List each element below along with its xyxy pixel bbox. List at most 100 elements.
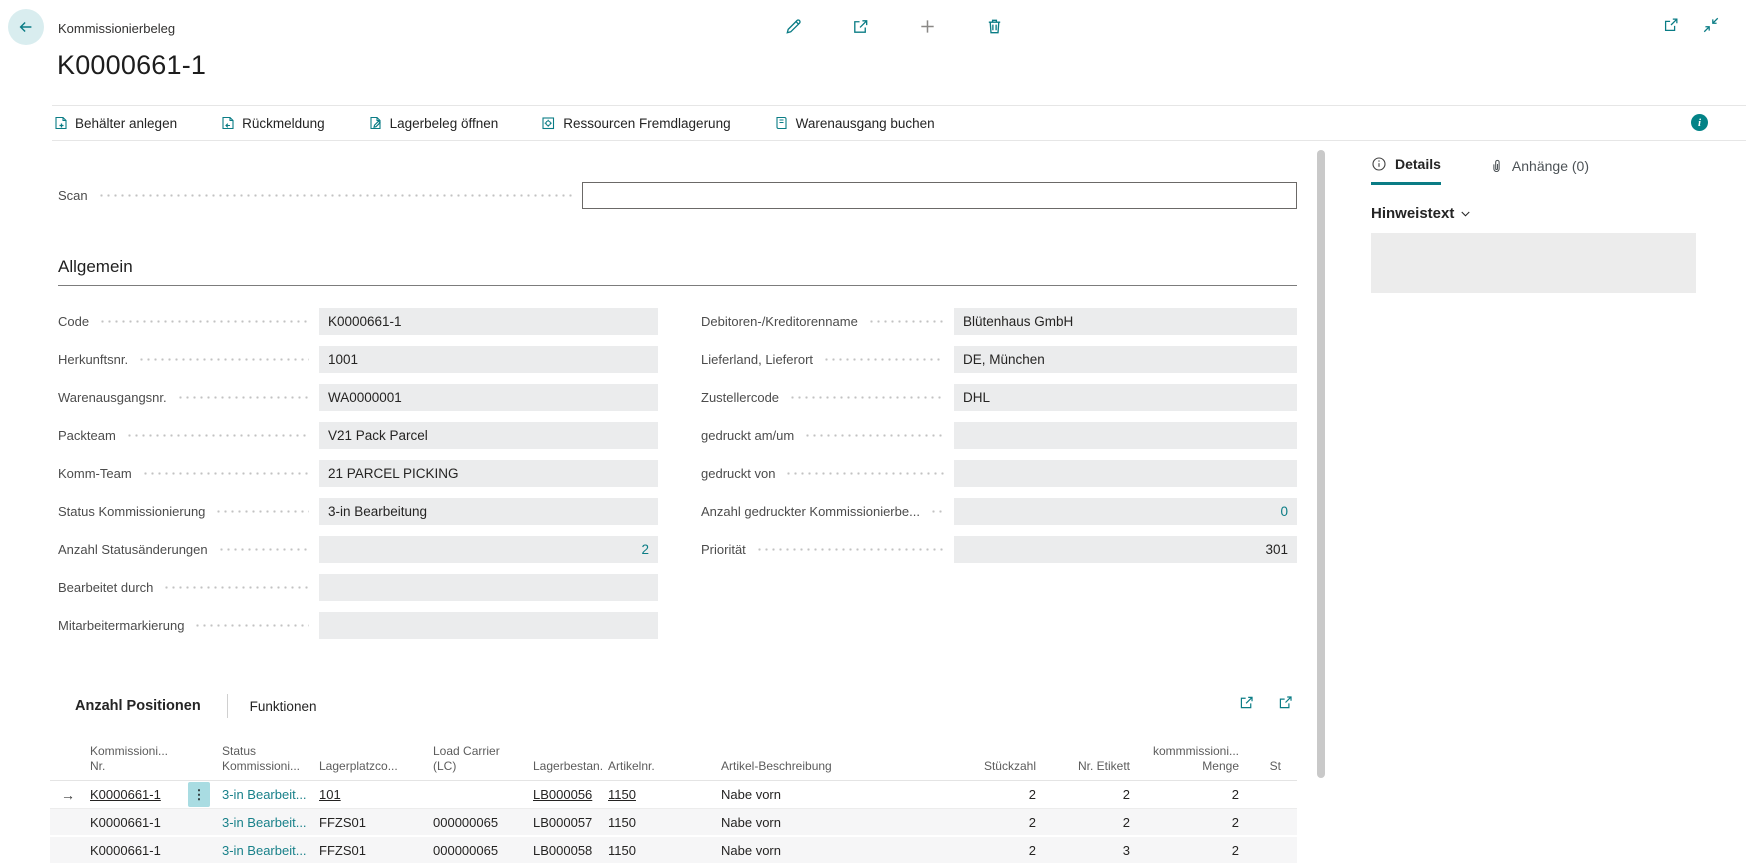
paperclip-icon: [1489, 158, 1504, 173]
cell-status: 3-in Bearbeit...: [218, 787, 315, 802]
column-header-st[interactable]: St: [1255, 759, 1297, 775]
cell-lagerplatz: FFZS01: [315, 815, 429, 830]
field-label: gedruckt von: [701, 466, 775, 481]
column-header-menge[interactable]: kommmissioni...Menge: [1146, 744, 1255, 775]
field-value[interactable]: 301: [954, 536, 1297, 563]
field-label: Herkunftsnr.: [58, 352, 128, 367]
cell-komm_nr[interactable]: K0000661-1: [86, 787, 180, 802]
ribbon-button-4[interactable]: Ressourcen Fremdlagerung: [540, 115, 730, 131]
ribbon-button-1[interactable]: Behälter anlegen: [52, 115, 177, 131]
tab-details[interactable]: Details: [1371, 156, 1441, 185]
vertical-scrollbar[interactable]: [1317, 150, 1325, 778]
edit-icon[interactable]: [782, 15, 804, 37]
field-value[interactable]: K0000661-1: [319, 308, 658, 335]
cell-load_carrier: 000000065: [429, 843, 529, 858]
cell-etikett: 3: [1052, 843, 1146, 858]
field-row: gedruckt am/um: [701, 416, 1297, 454]
column-header-beschreibung[interactable]: Artikel-Beschreibung: [717, 759, 932, 775]
section-heading-allgemein[interactable]: Allgemein: [58, 257, 133, 277]
dotted-leader: [194, 624, 309, 627]
functions-menu[interactable]: Funktionen: [250, 699, 317, 714]
field-value[interactable]: [319, 612, 658, 639]
cell-stueckzahl: 2: [932, 843, 1052, 858]
container-create-icon: [52, 115, 68, 131]
field-row: Warenausgangsnr.WA0000001: [58, 378, 658, 416]
field-value[interactable]: 3-in Bearbeitung: [319, 498, 658, 525]
ribbon-button-3[interactable]: Lagerbeleg öffnen: [367, 115, 499, 131]
cell-lagerbestand[interactable]: LB000056: [529, 787, 604, 802]
positions-title[interactable]: Anzahl Positionen: [75, 698, 201, 714]
add-icon[interactable]: [916, 15, 938, 37]
table-row[interactable]: →K0000661-1⋮3-in Bearbeit...101LB0000561…: [50, 781, 1297, 809]
field-label: Mitarbeitermarkierung: [58, 618, 184, 633]
column-header-artikelnr[interactable]: Artikelnr.: [604, 759, 717, 775]
share-icon[interactable]: [849, 15, 871, 37]
column-header-komm_nr[interactable]: Kommissioni...Nr.: [86, 744, 180, 775]
field-label: Code: [58, 314, 89, 329]
dotted-leader: [126, 434, 309, 437]
field-row: Bearbeitet durch: [58, 568, 658, 606]
column-header-stueckzahl[interactable]: Stückzahl: [932, 759, 1052, 775]
column-header-lagerplatz[interactable]: Lagerplatzco...: [315, 759, 429, 775]
table-row[interactable]: K0000661-13-in Bearbeit...FFZS0100000006…: [50, 809, 1297, 837]
row-menu-icon[interactable]: ⋮: [188, 782, 210, 807]
tab-anhaenge[interactable]: Anhänge (0): [1489, 156, 1589, 185]
field-value[interactable]: 2: [319, 536, 658, 563]
ribbon-button-2[interactable]: Rückmeldung: [219, 115, 325, 131]
table-header-row: Kommissioni...Nr.StatusKommissioni...Lag…: [50, 737, 1297, 781]
dotted-leader: [138, 358, 309, 361]
share-icon[interactable]: [1238, 694, 1255, 711]
field-value[interactable]: 21 PARCEL PICKING: [319, 460, 658, 487]
delete-icon[interactable]: [983, 15, 1005, 37]
cell-menge: 2: [1146, 843, 1255, 858]
table-row[interactable]: K0000661-13-in Bearbeit...FFZS0100000006…: [50, 837, 1297, 865]
field-row: Mitarbeitermarkierung: [58, 606, 658, 644]
field-label: Priorität: [701, 542, 746, 557]
general-left-column: Code K0000661-1 Herkunftsnr. 1001 Warenausga…: [58, 302, 658, 644]
cell-beschreibung: Nabe vorn: [717, 843, 932, 858]
cell-lagerbestand: LB000057: [529, 815, 604, 830]
cell-lagerplatz[interactable]: 101: [315, 787, 429, 802]
info-icon[interactable]: i: [1691, 114, 1708, 131]
field-row: ZustellercodeDHL: [701, 378, 1297, 416]
cell-menu[interactable]: ⋮: [180, 782, 218, 807]
cell-artikelnr: 1150: [604, 815, 717, 830]
open-in-new-window-icon[interactable]: [1660, 14, 1682, 36]
cell-status: 3-in Bearbeit...: [218, 815, 315, 830]
field-value[interactable]: V21 Pack Parcel: [319, 422, 658, 449]
field-value[interactable]: [319, 574, 658, 601]
ribbon-button-label: Warenausgang buchen: [796, 116, 935, 131]
field-row: Priorität 301: [701, 530, 1297, 568]
field-value[interactable]: DE, München: [954, 346, 1297, 373]
field-value[interactable]: [954, 422, 1297, 449]
field-value[interactable]: [954, 460, 1297, 487]
collapse-icon[interactable]: [1700, 14, 1722, 36]
field-row: Anzahl Statusänderungen2: [58, 530, 658, 568]
field-row: Debitoren-/KreditorennameBlütenhaus GmbH: [701, 302, 1297, 340]
column-header-etikett[interactable]: Nr. Etikett: [1052, 759, 1146, 775]
field-value[interactable]: WA0000001: [319, 384, 658, 411]
open-warehouse-document-icon: [367, 115, 383, 131]
hinweistext-section-toggle[interactable]: Hinweistext: [1371, 205, 1473, 222]
positions-table: Kommissioni...Nr.StatusKommissioni...Lag…: [50, 737, 1297, 865]
feedback-icon: [219, 115, 235, 131]
field-value[interactable]: 0: [954, 498, 1297, 525]
field-value[interactable]: Blütenhaus GmbH: [954, 308, 1297, 335]
cell-artikelnr: 1150: [604, 843, 717, 858]
ribbon-button-label: Rückmeldung: [242, 116, 325, 131]
field-value[interactable]: DHL: [954, 384, 1297, 411]
section-rule: [58, 285, 1297, 286]
tab-label: Anhänge (0): [1512, 158, 1589, 174]
dotted-leader: [99, 320, 309, 323]
column-header-lagerbestand[interactable]: Lagerbestan...: [529, 759, 604, 775]
column-header-load_carrier[interactable]: Load Carrier(LC): [429, 744, 529, 775]
cell-artikelnr[interactable]: 1150: [604, 787, 717, 802]
back-button[interactable]: [8, 9, 44, 45]
field-row: Anzahl gedruckter Kommissionierbe...0: [701, 492, 1297, 530]
open-in-new-window-icon[interactable]: [1277, 694, 1294, 711]
ribbon-button-5[interactable]: Warenausgang buchen: [773, 115, 935, 131]
field-value[interactable]: 1001: [319, 346, 658, 373]
field-label: Packteam: [58, 428, 116, 443]
column-header-status[interactable]: StatusKommissioni...: [218, 744, 315, 775]
scan-input[interactable]: [582, 182, 1297, 209]
